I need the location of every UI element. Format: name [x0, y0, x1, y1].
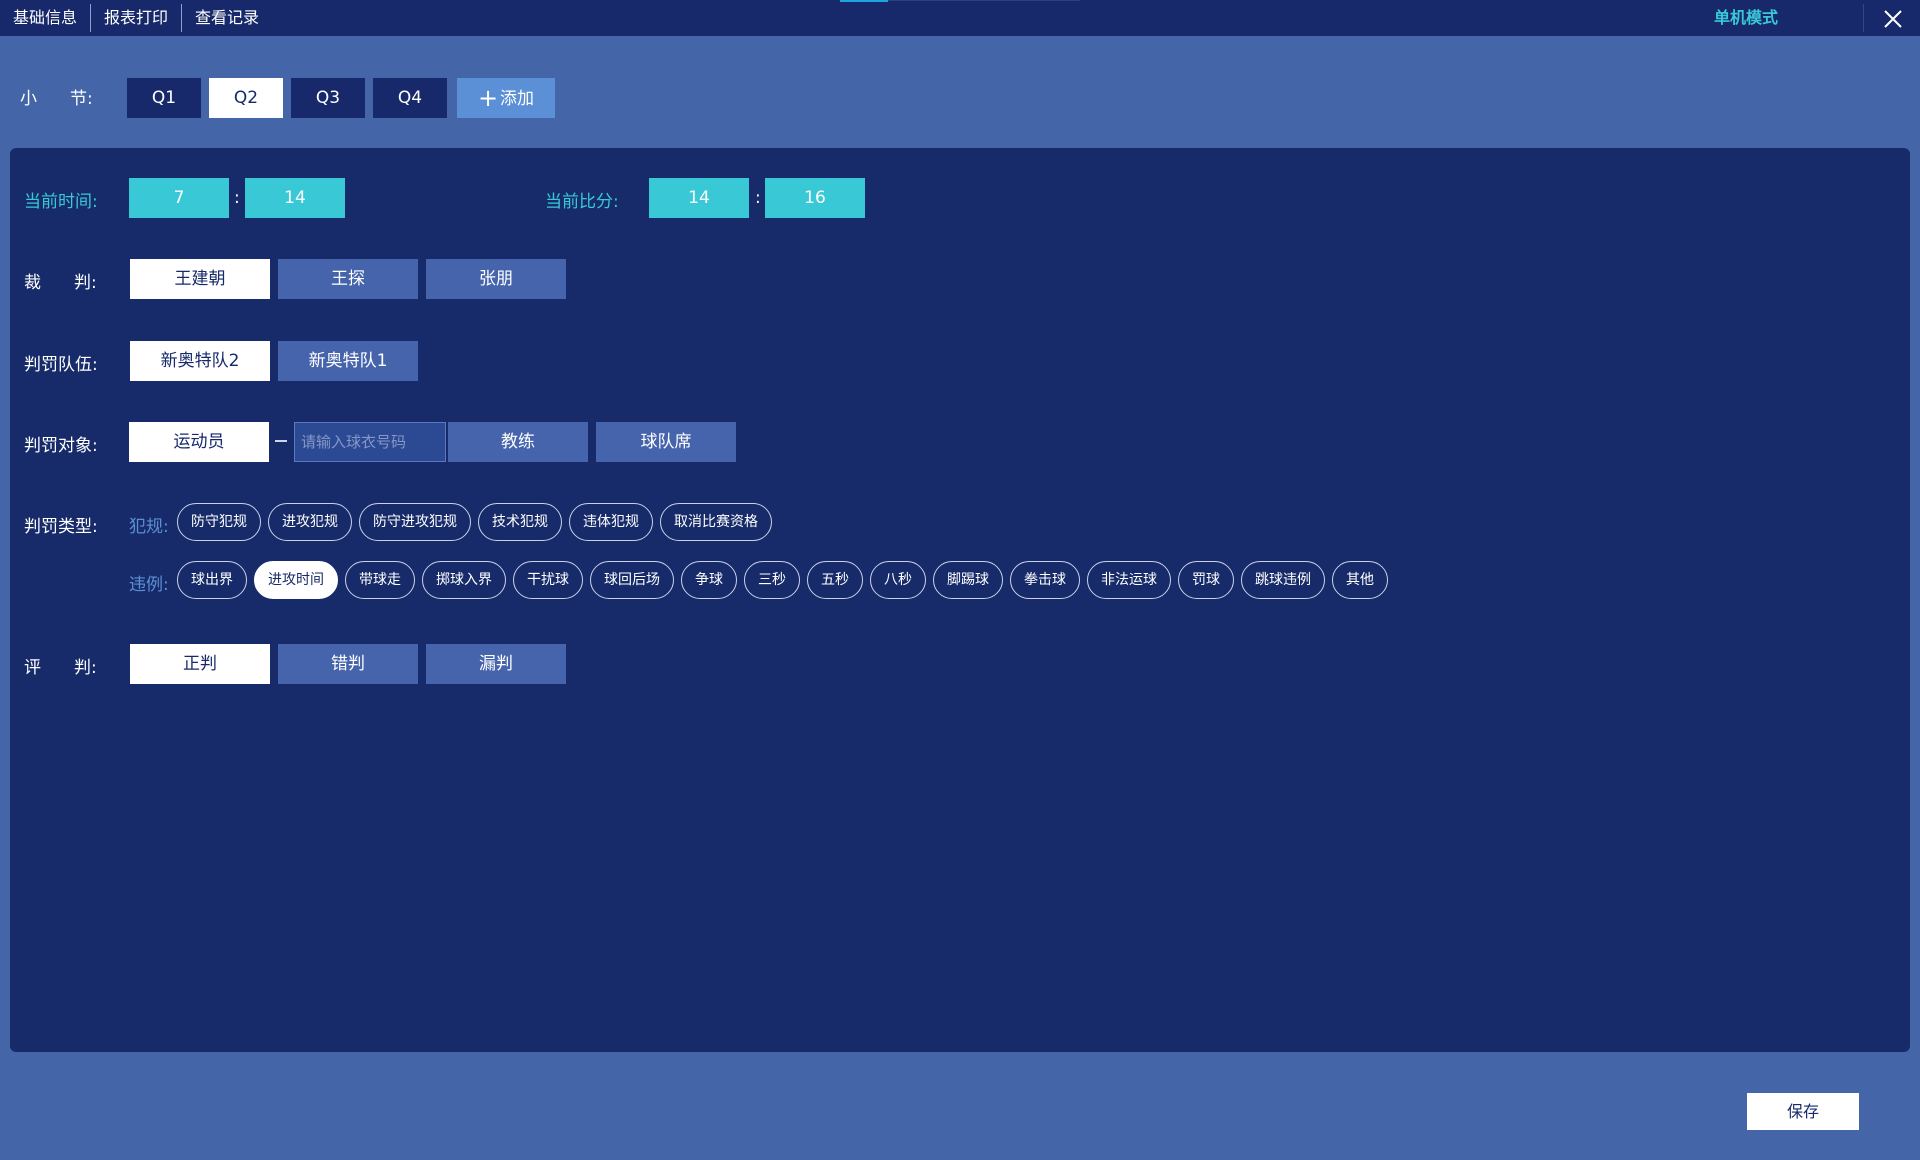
add-quarter-button[interactable]: + 添加: [457, 78, 555, 118]
foul-label: 犯规:: [129, 517, 169, 537]
time-seconds-input[interactable]: [245, 178, 345, 218]
violation-jump-ball-violation[interactable]: 跳球违例: [1241, 561, 1325, 599]
violation-traveling[interactable]: 带球走: [345, 561, 415, 599]
foul-unsportsmanlike[interactable]: 违体犯规: [569, 503, 653, 541]
violation-three-seconds[interactable]: 三秒: [744, 561, 800, 599]
mode-label: 单机模式: [1714, 8, 1779, 27]
drag-handle-indicator: [840, 0, 888, 2]
penalized-team-label: 判罚队伍:: [24, 355, 98, 375]
top-divider: [1863, 4, 1864, 32]
violation-throw-in[interactable]: 掷球入界: [422, 561, 506, 599]
violation-jump-ball[interactable]: 争球: [681, 561, 737, 599]
violation-punched-ball[interactable]: 拳击球: [1010, 561, 1080, 599]
judgment-missed-button[interactable]: 漏判: [426, 644, 566, 684]
penalty-type-label: 判罚类型:: [24, 517, 98, 537]
foul-technical[interactable]: 技术犯规: [478, 503, 562, 541]
time-separator: :: [234, 188, 240, 208]
judgment-wrong-button[interactable]: 错判: [278, 644, 418, 684]
current-time-label: 当前时间:: [24, 192, 98, 212]
judgment-label-a: 评: [24, 658, 41, 678]
save-button[interactable]: 保存: [1747, 1093, 1859, 1130]
quarter-label-b: 节:: [70, 89, 93, 109]
foul-offensive[interactable]: 进攻犯规: [268, 503, 352, 541]
judgment-correct-button[interactable]: 正判: [130, 644, 270, 684]
score-home-input[interactable]: [649, 178, 749, 218]
violation-backcourt[interactable]: 球回后场: [590, 561, 674, 599]
violation-other[interactable]: 其他: [1332, 561, 1388, 599]
tab-basic-info[interactable]: 基础信息: [0, 0, 90, 36]
foul-options: 防守犯规 进攻犯规 防守进攻犯规 技术犯规 违体犯规 取消比赛资格: [177, 503, 772, 541]
violation-illegal-dribble[interactable]: 非法运球: [1087, 561, 1171, 599]
score-away-input[interactable]: [765, 178, 865, 218]
quarter-label-a: 小: [20, 89, 37, 109]
add-quarter-label: 添加: [500, 89, 535, 109]
referee-label-b: 判:: [74, 273, 97, 293]
score-separator: :: [755, 188, 761, 208]
violation-five-seconds[interactable]: 五秒: [807, 561, 863, 599]
close-button[interactable]: [1866, 0, 1920, 36]
quarter-button-q3[interactable]: Q3: [291, 78, 365, 118]
penalty-target-label: 判罚对象:: [24, 436, 98, 456]
title-strip: [888, 0, 1080, 1]
current-score-label: 当前比分:: [545, 192, 619, 212]
time-minutes-input[interactable]: [129, 178, 229, 218]
tab-view-records[interactable]: 查看记录: [182, 0, 272, 36]
referee-option-3[interactable]: 张朋: [426, 259, 566, 299]
target-bench-button[interactable]: 球队席: [596, 422, 736, 462]
referee-option-2[interactable]: 王探: [278, 259, 418, 299]
quarter-button-q1[interactable]: Q1: [127, 78, 201, 118]
quarter-button-q4[interactable]: Q4: [373, 78, 447, 118]
team-option-2[interactable]: 新奥特队1: [278, 341, 418, 381]
plus-icon: +: [477, 84, 499, 112]
top-nav: 基础信息 报表打印 查看记录: [0, 0, 272, 36]
team-option-1[interactable]: 新奥特队2: [130, 341, 270, 381]
violation-shot-clock[interactable]: 进攻时间: [254, 561, 338, 599]
violation-kicked-ball[interactable]: 脚踢球: [933, 561, 1003, 599]
foul-defensive[interactable]: 防守犯规: [177, 503, 261, 541]
target-coach-button[interactable]: 教练: [448, 422, 588, 462]
violation-free-throw[interactable]: 罚球: [1178, 561, 1234, 599]
referee-label-a: 裁: [24, 273, 41, 293]
jersey-number-input[interactable]: [294, 422, 446, 462]
violation-label: 违例:: [129, 575, 169, 595]
violation-interference[interactable]: 干扰球: [513, 561, 583, 599]
foul-disqualifying[interactable]: 取消比赛资格: [660, 503, 772, 541]
referee-option-1[interactable]: 王建朝: [130, 259, 270, 299]
top-bar: 基础信息 报表打印 查看记录 单机模式: [0, 0, 1920, 36]
violation-options: 球出界 进攻时间 带球走 掷球入界 干扰球 球回后场 争球 三秒 五秒 八秒 脚…: [177, 561, 1388, 599]
violation-out-of-bounds[interactable]: 球出界: [177, 561, 247, 599]
judgment-label-b: 判:: [74, 658, 97, 678]
dash-separator: [275, 440, 287, 442]
target-player-button[interactable]: 运动员: [129, 422, 269, 462]
foul-defensive-offensive[interactable]: 防守进攻犯规: [359, 503, 471, 541]
tab-report-print[interactable]: 报表打印: [91, 0, 181, 36]
quarter-button-q2[interactable]: Q2: [209, 78, 283, 118]
violation-eight-seconds[interactable]: 八秒: [870, 561, 926, 599]
close-icon: [1884, 10, 1902, 28]
